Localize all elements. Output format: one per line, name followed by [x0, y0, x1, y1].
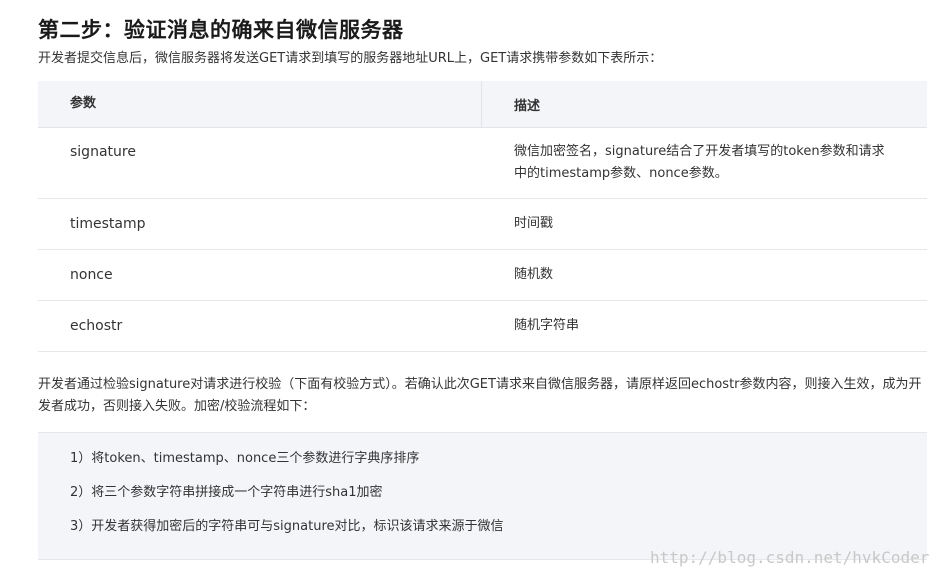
desc-cell: 随机数 [514, 267, 554, 282]
header-desc: 描述 [514, 98, 541, 114]
table-row: signature 微信加密签名，signature结合了开发者填写的token… [38, 128, 927, 199]
desc-cell: 时间戳 [514, 216, 554, 231]
table-row: nonce 随机数 [38, 250, 927, 301]
intro-text: 开发者提交信息后，微信服务器将发送GET请求到填写的服务器地址URL上，GET请… [38, 51, 663, 66]
watermark: http://blog.csdn.net/hvkCoder [650, 548, 930, 567]
param-cell: timestamp [70, 216, 146, 232]
table-row: timestamp 时间戳 [38, 199, 927, 250]
step-2: 2）将三个参数字符串拼接成一个字符串进行sha1加密 [70, 485, 383, 500]
step-1: 1）将token、timestamp、nonce三个参数进行字典序排序 [70, 451, 420, 466]
section-heading: 第二步：验证消息的确来自微信服务器 [38, 18, 404, 42]
table-row: echostr 随机字符串 [38, 301, 927, 352]
desc-cell: 随机字符串 [514, 318, 580, 333]
table-header: 参数 描述 [38, 81, 927, 128]
param-cell: nonce [70, 267, 113, 283]
desc-cell: 微信加密签名，signature结合了开发者填写的token参数和请求中的tim… [514, 144, 885, 181]
param-cell: echostr [70, 318, 123, 334]
step-3: 3）开发者获得加密后的字符串可与signature对比，标识该请求来源于微信 [70, 519, 504, 534]
param-cell: signature [70, 144, 136, 160]
parameter-table: 参数 描述 signature 微信加密签名，signature结合了开发者填写… [38, 81, 927, 352]
steps-box: 1）将token、timestamp、nonce三个参数进行字典序排序 2）将三… [38, 432, 927, 560]
verification-paragraph: 开发者通过检验signature对请求进行校验（下面有校验方式）。若确认此次GE… [38, 377, 922, 414]
header-param: 参数 [38, 81, 482, 127]
